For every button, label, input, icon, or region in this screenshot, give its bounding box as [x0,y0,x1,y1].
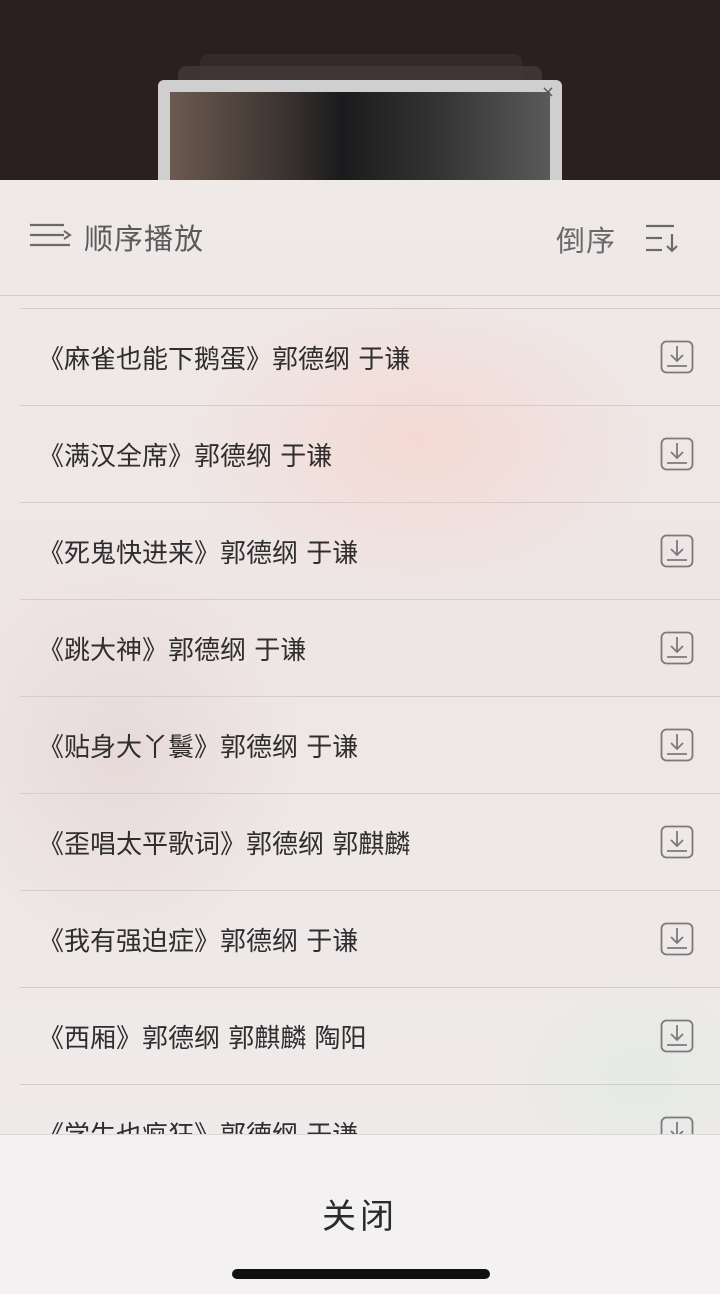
play-mode-label[interactable]: 顺序播放 [84,216,204,258]
download-icon[interactable] [660,728,694,762]
playlist-sheet: 顺序播放 倒序 《麻雀也能下鹅蛋》郭德纲 于谦 《满汉全席》郭德纲 于谦 《死鬼… [0,180,720,1294]
background-video-area: × [0,0,720,180]
download-icon[interactable] [660,922,694,956]
track-title: 《跳大神》郭德纲 于谦 [38,636,307,666]
download-icon[interactable] [660,534,694,568]
header-divider [0,295,720,296]
sort-icon[interactable] [644,222,680,254]
download-icon[interactable] [660,340,694,374]
track-title: 《死鬼快进来》郭德纲 于谦 [38,539,359,569]
download-icon[interactable] [660,631,694,665]
list-item[interactable]: 《学生也疯狂》郭德纲 于谦 [20,1084,720,1134]
home-indicator[interactable] [232,1269,490,1279]
track-title: 《我有强迫症》郭德纲 于谦 [38,927,359,957]
list-item[interactable]: 《麻雀也能下鹅蛋》郭德纲 于谦 [20,308,720,405]
list-item[interactable]: 《贴身大丫鬟》郭德纲 于谦 [20,696,720,793]
track-title: 《歪唱太平歌词》郭德纲 郭麒麟 [38,830,411,860]
reverse-order-button[interactable]: 倒序 [556,218,616,260]
track-title: 《学生也疯狂》郭德纲 于谦 [38,1115,358,1134]
download-icon[interactable] [660,437,694,471]
sequential-play-icon[interactable] [30,222,72,250]
download-icon[interactable] [660,825,694,859]
list-item[interactable]: 《跳大神》郭德纲 于谦 [20,599,720,696]
close-button[interactable]: 关闭 [0,1189,720,1238]
close-icon[interactable]: × [538,82,558,102]
track-title: 《贴身大丫鬟》郭德纲 于谦 [38,733,359,763]
list-item[interactable]: 《西厢》郭德纲 郭麒麟 陶阳 [20,987,720,1084]
list-item[interactable]: 《满汉全席》郭德纲 于谦 [20,405,720,502]
sheet-footer: 关闭 [0,1134,720,1294]
track-title: 《满汉全席》郭德纲 于谦 [38,442,333,472]
download-icon[interactable] [660,1019,694,1053]
download-icon[interactable] [660,1116,694,1134]
playlist: 《麻雀也能下鹅蛋》郭德纲 于谦 《满汉全席》郭德纲 于谦 《死鬼快进来》郭德纲 … [0,308,720,1134]
list-item[interactable]: 《歪唱太平歌词》郭德纲 郭麒麟 [20,793,720,890]
list-item[interactable]: 《我有强迫症》郭德纲 于谦 [20,890,720,987]
list-item[interactable]: 《死鬼快进来》郭德纲 于谦 [20,502,720,599]
track-title: 《麻雀也能下鹅蛋》郭德纲 于谦 [38,345,411,375]
video-thumbnail-card[interactable]: × [158,80,562,180]
video-thumbnail [170,92,550,180]
track-title: 《西厢》郭德纲 郭麒麟 陶阳 [38,1024,367,1054]
playlist-header: 顺序播放 倒序 [0,180,720,296]
